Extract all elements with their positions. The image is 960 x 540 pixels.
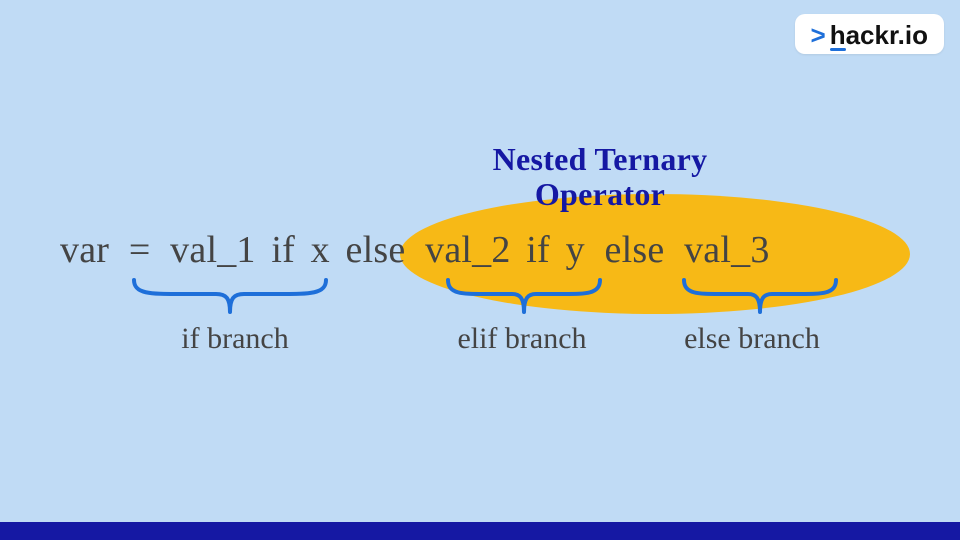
logo-text-label: hackr.io: [830, 20, 928, 50]
brace-if-icon: [130, 276, 330, 316]
logo-caret-icon: >: [811, 22, 826, 48]
diagram-title: Nested Ternary Operator: [420, 142, 780, 212]
tok-if1: if: [271, 229, 295, 271]
title-line-1: Nested Ternary: [493, 141, 708, 177]
label-else-branch: else branch: [652, 322, 852, 356]
tok-x: x: [311, 229, 330, 271]
tok-eq: =: [129, 229, 151, 271]
tok-else2: else: [605, 229, 665, 271]
tok-if2: if: [526, 229, 550, 271]
label-elif-branch: elif branch: [432, 322, 612, 356]
code-expression: var = val_1 if x else val_2 if y else va…: [60, 228, 900, 272]
label-if-branch: if branch: [150, 322, 320, 356]
tok-val1: val_1: [170, 229, 255, 271]
logo-underline-icon: [830, 48, 846, 51]
logo-text: hackr.io: [830, 22, 928, 48]
title-line-2: Operator: [535, 176, 665, 212]
tok-else1: else: [346, 229, 406, 271]
tok-val3: val_3: [684, 229, 769, 271]
brace-else-icon: [680, 276, 840, 316]
tok-y: y: [566, 229, 585, 271]
logo-badge: > hackr.io: [795, 14, 944, 54]
tok-var: var: [60, 229, 109, 271]
tok-val2: val_2: [425, 229, 510, 271]
brace-elif-icon: [444, 276, 604, 316]
bottom-accent-bar: [0, 522, 960, 540]
